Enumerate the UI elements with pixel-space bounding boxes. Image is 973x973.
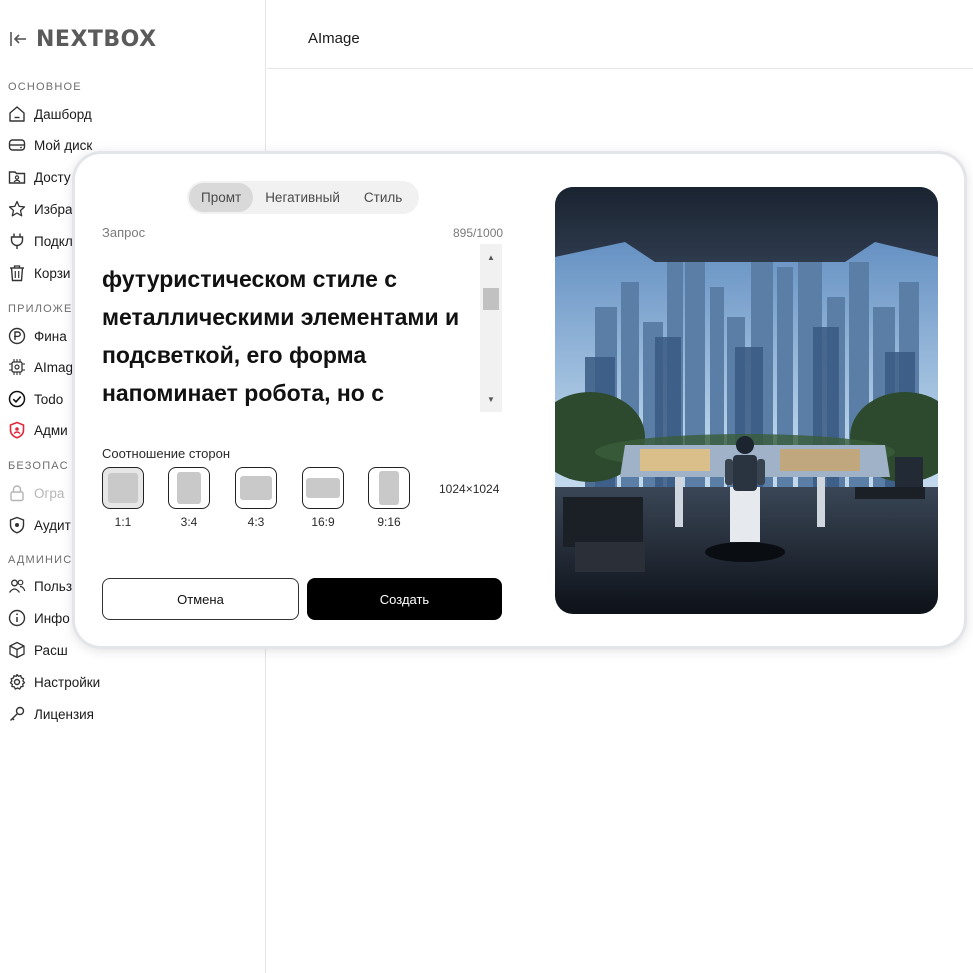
scrollbar-thumb[interactable] — [483, 288, 499, 310]
sidebar-item-label: Польз — [34, 578, 73, 594]
cancel-button[interactable]: Отмена — [102, 578, 299, 620]
sidebar-item-label: Фина — [34, 328, 67, 344]
prompt-label: Запрос — [102, 225, 146, 240]
sidebar-item-license[interactable]: Лицензия — [8, 702, 258, 726]
aspect-shape-square — [108, 473, 138, 503]
info-icon — [8, 609, 26, 627]
trash-icon — [8, 264, 26, 282]
aspect-option-4-3[interactable] — [235, 467, 277, 509]
shield-check-icon — [8, 516, 26, 534]
section-title-apps: ПРИЛОЖЕ — [8, 303, 73, 315]
sidebar-item-label: Досту — [34, 169, 71, 185]
aspect-option-1-1[interactable] — [102, 467, 144, 509]
ai-chip-icon — [8, 358, 26, 376]
prompt-char-counter: 895/1000 — [453, 226, 504, 240]
aspect-shape-wide — [306, 478, 340, 498]
sidebar-item-label: Избра — [34, 201, 73, 217]
tab-style[interactable]: Стиль — [352, 183, 414, 212]
aspect-caption: 1:1 — [114, 515, 132, 529]
aspect-shape-landscape — [240, 476, 272, 500]
gear-icon — [8, 673, 26, 691]
key-icon — [8, 705, 26, 723]
aspect-option-16-9[interactable] — [302, 467, 344, 509]
sidebar-item-label: Подкл — [34, 233, 73, 249]
sidebar-item-label: Дашборд — [34, 106, 92, 122]
tab-negative[interactable]: Негативный — [253, 183, 352, 212]
page-header: AImage — [267, 0, 973, 69]
ruble-icon — [8, 327, 26, 345]
scroll-down-arrow-icon[interactable]: ▼ — [480, 390, 502, 408]
create-button[interactable]: Создать — [307, 578, 502, 620]
brand-logo[interactable]: NEXTBOX — [8, 26, 157, 52]
sidebar-item-label: Адми — [34, 422, 68, 438]
sidebar-item-label: Аудит — [34, 517, 71, 533]
plug-icon — [8, 232, 26, 250]
section-title-admin: АДМИНИС — [8, 554, 73, 566]
sidebar-item-settings[interactable]: Настройки — [8, 670, 258, 694]
prompt-textarea[interactable]: · · футуристическом стиле с металлически… — [102, 244, 502, 412]
lock-icon — [8, 484, 26, 502]
sidebar-item-label: Огра — [34, 485, 65, 501]
sidebar-item-label: Настройки — [34, 674, 101, 690]
home-icon — [8, 105, 26, 123]
check-circle-icon — [8, 390, 26, 408]
aspect-ratio-label: Соотношение сторон — [102, 446, 231, 461]
aspect-option-3-4[interactable] — [168, 467, 210, 509]
generated-image-preview — [555, 187, 938, 614]
sidebar-item-label: Мой диск — [34, 137, 93, 153]
prompt-text[interactable]: · · футуристическом стиле с металлически… — [102, 244, 476, 412]
generate-image-dialog: Промт Негативный Стиль Запрос 895/1000 ·… — [75, 154, 964, 646]
shield-admin-icon — [8, 421, 26, 439]
resolution-value: 1024×1024 — [439, 482, 500, 496]
box-icon — [8, 641, 26, 659]
aspect-caption: 4:3 — [247, 515, 265, 529]
aspect-caption: 9:16 — [377, 515, 401, 529]
sidebar-item-label: Todo — [34, 391, 64, 407]
section-title-main: ОСНОВНОЕ — [8, 81, 82, 93]
aspect-caption: 3:4 — [180, 515, 198, 529]
sidebar-item-label: AImag — [34, 359, 74, 375]
section-title-security: БЕЗОПАС — [8, 460, 69, 472]
aspect-option-9-16[interactable] — [368, 467, 410, 509]
sidebar-item-label: Лицензия — [34, 706, 94, 722]
star-icon — [8, 200, 26, 218]
aspect-caption: 16:9 — [311, 515, 335, 529]
sidebar-item-label: Корзи — [34, 265, 71, 281]
drive-icon — [8, 136, 26, 154]
sidebar-item-label: Инфо — [34, 610, 70, 626]
page-title: AImage — [308, 30, 360, 47]
sidebar-item-dashboard[interactable]: Дашборд — [8, 102, 258, 126]
brand-name: NEXTBOX — [36, 26, 157, 52]
aspect-shape-portrait — [177, 472, 201, 504]
shared-folder-icon — [8, 168, 26, 186]
scroll-up-arrow-icon[interactable]: ▲ — [480, 248, 502, 266]
tab-prompt[interactable]: Промт — [189, 183, 254, 212]
prompt-tabs: Промт Негативный Стиль — [187, 181, 419, 214]
collapse-arrow-icon[interactable] — [8, 29, 28, 49]
aspect-shape-tall — [379, 471, 399, 505]
users-icon — [8, 577, 26, 595]
sidebar-item-label: Расш — [34, 642, 68, 658]
prompt-scrollbar[interactable]: ▲ ▼ — [480, 244, 502, 412]
